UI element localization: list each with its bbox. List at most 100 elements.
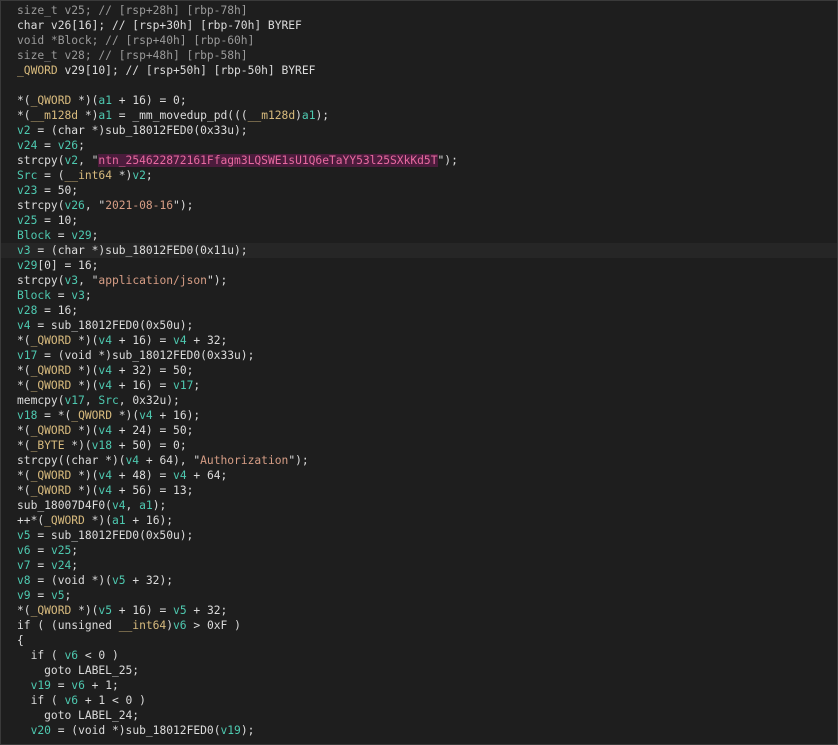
- code-token: + 16) =: [112, 334, 174, 347]
- code-line[interactable]: sub_18007D4F0(v4, a1);: [1, 498, 837, 513]
- code-line[interactable]: size_t v25; // [rsp+28h] [rbp-78h]: [1, 3, 837, 18]
- code-token: =: [30, 544, 51, 557]
- code-line[interactable]: goto LABEL_24;: [1, 708, 837, 723]
- code-token: __m128d: [247, 109, 296, 122]
- code-line[interactable]: goto LABEL_25;: [1, 663, 837, 678]
- code-line[interactable]: size_t v28; // [rsp+48h] [rbp-58h]: [1, 48, 837, 63]
- code-line[interactable]: {: [1, 633, 837, 648]
- code-line[interactable]: *(_QWORD *)(a1 + 16) = 0;: [1, 93, 837, 108]
- code-token: v18: [17, 409, 38, 422]
- code-token: ;: [145, 169, 153, 182]
- code-token: = (char *)sub_18012FED0(0x11u);: [30, 244, 248, 257]
- code-line[interactable]: v28 = 16;: [1, 303, 837, 318]
- code-token: ,: [125, 499, 140, 512]
- code-token: v18: [91, 439, 112, 452]
- code-lines[interactable]: size_t v25; // [rsp+28h] [rbp-78h] char v…: [1, 1, 837, 738]
- code-line[interactable]: v3 = (char *)sub_18012FED0(0x11u);: [1, 243, 837, 258]
- code-token: + 32);: [125, 574, 174, 587]
- code-line[interactable]: v4 = sub_18012FED0(0x50u);: [1, 318, 837, 333]
- code-token: *)(: [84, 514, 112, 527]
- code-token: v6: [64, 649, 79, 662]
- code-line[interactable]: v29[0] = 16;: [1, 258, 837, 273]
- code-line[interactable]: *(_QWORD *)(v4 + 24) = 50;: [1, 423, 837, 438]
- code-token: < 0 ): [78, 649, 119, 662]
- code-line[interactable]: v18 = *(_QWORD *)(v4 + 16);: [1, 408, 837, 423]
- code-line[interactable]: v25 = 10;: [1, 213, 837, 228]
- code-token: = (: [37, 169, 65, 182]
- code-line[interactable]: _QWORD v29[10]; // [rsp+50h] [rbp-50h] B…: [1, 63, 837, 78]
- code-line[interactable]: ++*(_QWORD *)(a1 + 16);: [1, 513, 837, 528]
- code-line[interactable]: *(__m128d *)a1 = _mm_movedup_pd(((__m128…: [1, 108, 837, 123]
- code-token: v4: [173, 469, 187, 482]
- code-token: strcpy((char *)(: [17, 454, 126, 467]
- code-token: v17: [173, 379, 194, 392]
- code-line[interactable]: Block = v3;: [1, 288, 837, 303]
- code-line[interactable]: memcpy(v17, Src, 0x32u);: [1, 393, 837, 408]
- code-token: *): [111, 169, 133, 182]
- code-line[interactable]: v5 = sub_18012FED0(0x50u);: [1, 528, 837, 543]
- code-token: v29[10]; // [rsp+50h] [rbp-50h] BYREF: [57, 64, 316, 77]
- code-line[interactable]: if ( v6 < 0 ): [1, 648, 837, 663]
- code-line[interactable]: Src = (__int64 *)v2;: [1, 168, 837, 183]
- code-token: ++*(: [17, 514, 45, 527]
- code-token: v2: [17, 124, 31, 137]
- code-token: char v26[16]; // [rsp+30h] [rbp-70h] BYR…: [17, 19, 302, 32]
- code-token: + 50) = 0;: [112, 439, 187, 452]
- code-token: v23: [17, 184, 38, 197]
- code-line[interactable]: strcpy((char *)(v4 + 64), "Authorization…: [1, 453, 837, 468]
- code-line[interactable]: v20 = (void *)sub_18012FED0(v19);: [1, 723, 837, 738]
- code-token: strcpy(: [17, 154, 65, 167]
- code-token: =: [30, 559, 51, 572]
- decompiler-pseudocode-view[interactable]: size_t v25; // [rsp+28h] [rbp-78h] char v…: [0, 0, 838, 745]
- code-line[interactable]: v8 = (void *)(v5 + 32);: [1, 573, 837, 588]
- code-token: ;: [71, 559, 79, 572]
- code-line[interactable]: v23 = 50;: [1, 183, 837, 198]
- code-line[interactable]: char v26[16]; // [rsp+30h] [rbp-70h] BYR…: [1, 18, 837, 33]
- code-token: v5: [17, 529, 31, 542]
- code-token: __m128d: [30, 109, 79, 122]
- code-line[interactable]: *(_QWORD *)(v4 + 56) = 13;: [1, 483, 837, 498]
- code-token: v24: [50, 559, 72, 572]
- code-line[interactable]: *(_QWORD *)(v4 + 32) = 50;: [1, 363, 837, 378]
- code-line[interactable]: strcpy(v26, "2021-08-16");: [1, 198, 837, 213]
- code-token: _QWORD: [71, 409, 112, 422]
- code-token: _QWORD: [44, 514, 85, 527]
- code-token: = (void *)sub_18012FED0(: [50, 724, 221, 737]
- code-line[interactable]: strcpy(v3, "application/json");: [1, 273, 837, 288]
- code-token: v2: [132, 169, 146, 182]
- code-token: *)(: [71, 424, 99, 437]
- code-line[interactable]: v24 = v26;: [1, 138, 837, 153]
- code-token: + 64), ": [139, 454, 201, 467]
- code-token: *)(: [71, 484, 99, 497]
- code-token: v19: [220, 724, 241, 737]
- code-line[interactable]: v19 = v6 + 1;: [1, 678, 837, 693]
- code-line[interactable]: Block = v29;: [1, 228, 837, 243]
- code-line[interactable]: [1, 78, 837, 93]
- code-token: , 0x32u);: [118, 394, 180, 407]
- code-line[interactable]: *(_QWORD *)(v4 + 16) = v17;: [1, 378, 837, 393]
- code-line[interactable]: if ( v6 + 1 < 0 ): [1, 693, 837, 708]
- code-line[interactable]: v7 = v24;: [1, 558, 837, 573]
- code-line[interactable]: if ( (unsigned __int64)v6 > 0xF ): [1, 618, 837, 633]
- code-token: + 64;: [186, 469, 228, 482]
- code-line[interactable]: v2 = (char *)sub_18012FED0(0x33u);: [1, 123, 837, 138]
- code-token: *)(: [111, 409, 140, 422]
- code-line[interactable]: v6 = v25;: [1, 543, 837, 558]
- code-token: v4: [98, 364, 112, 377]
- code-token: ");: [288, 454, 309, 467]
- code-line[interactable]: *(_BYTE *)(v18 + 50) = 0;: [1, 438, 837, 453]
- code-token: memcpy(: [17, 394, 65, 407]
- code-line[interactable]: *(_QWORD *)(v4 + 48) = v4 + 64;: [1, 468, 837, 483]
- code-token: Src: [17, 169, 38, 182]
- code-token: ntn_254622872161Ffagm3LQSWE1sU1Q6eTaYY53…: [98, 154, 438, 167]
- code-line[interactable]: v9 = v5;: [1, 588, 837, 603]
- code-token: = 50;: [37, 184, 79, 197]
- code-token: + 48) =: [112, 469, 174, 482]
- code-line[interactable]: *(_QWORD *)(v5 + 16) = v5 + 32;: [1, 603, 837, 618]
- code-token: ");: [206, 274, 228, 287]
- code-line[interactable]: v17 = (void *)sub_18012FED0(0x33u);: [1, 348, 837, 363]
- code-line[interactable]: *(_QWORD *)(v4 + 16) = v4 + 32;: [1, 333, 837, 348]
- code-line[interactable]: strcpy(v2, "ntn_254622872161Ffagm3LQSWE1…: [1, 153, 837, 168]
- code-line[interactable]: void *Block; // [rsp+40h] [rbp-60h]: [1, 33, 837, 48]
- code-token: v17: [17, 349, 38, 362]
